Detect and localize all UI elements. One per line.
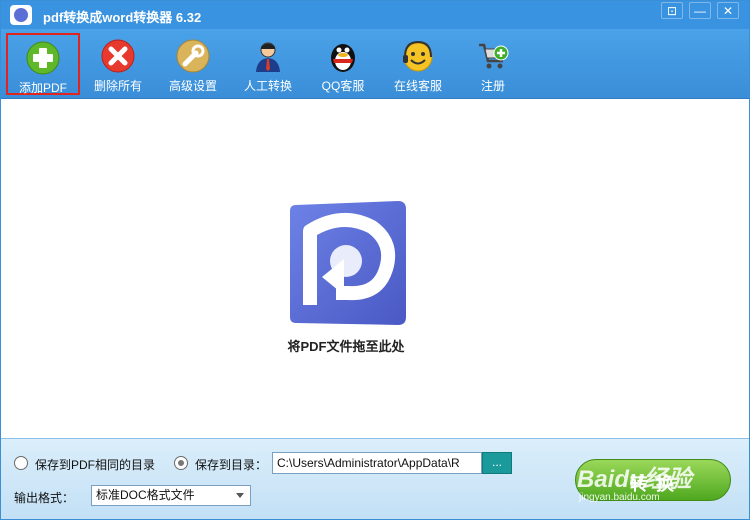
headset-smiley-icon [403, 40, 433, 72]
app-logo-icon [10, 5, 32, 25]
wrench-icon [176, 39, 210, 73]
restore-button[interactable]: ⊡ [661, 2, 683, 19]
title-bar[interactable]: pdf转换成word转换器 6.32 ⊡ — ✕ [1, 1, 749, 29]
delete-x-icon [101, 39, 135, 73]
online-support-button[interactable]: 在线客服 [381, 33, 455, 95]
baidu-watermark-url: jingyan.baidu.com [579, 492, 660, 503]
browse-button[interactable]: ... [482, 452, 512, 474]
chevron-down-icon [236, 493, 244, 498]
add-pdf-button[interactable]: 添加PDF [6, 33, 80, 95]
qq-support-button[interactable]: QQ客服 [306, 33, 380, 95]
register-button[interactable]: 注册 [456, 33, 530, 95]
bottom-panel: 保存到PDF相同的目录 保存到目录： C:\Users\Administrato… [1, 438, 749, 519]
add-pdf-label: 添加PDF [18, 81, 67, 95]
close-button[interactable]: ✕ [717, 2, 739, 19]
qq-penguin-icon [331, 44, 355, 72]
output-format-value: 标准DOC格式文件 [96, 488, 195, 502]
advanced-settings-label: 高级设置 [168, 79, 217, 93]
qq-support-label: QQ客服 [321, 79, 365, 93]
manual-convert-button[interactable]: 人工转换 [231, 33, 305, 95]
manual-convert-label: 人工转换 [243, 79, 292, 93]
app-window: pdf转换成word转换器 6.32 ⊡ — ✕ 添加PDF 删除所有 高级设置… [0, 0, 750, 520]
advanced-settings-button[interactable]: 高级设置 [156, 33, 230, 95]
save-same-dir-radio[interactable] [14, 456, 28, 470]
output-format-label: 输出格式： [14, 491, 75, 505]
register-label: 注册 [480, 79, 505, 93]
add-plus-icon [26, 41, 60, 75]
output-path-input[interactable]: C:\Users\Administrator\AppData\R [272, 452, 482, 474]
output-format-select[interactable]: 标准DOC格式文件 [91, 485, 251, 506]
minimize-button[interactable]: — [689, 2, 711, 19]
save-custom-dir-radio[interactable] [174, 456, 188, 470]
person-icon [256, 42, 280, 72]
baidu-watermark: Baidu经验 [577, 466, 692, 493]
window-controls: ⊡ — ✕ [661, 2, 739, 19]
save-same-dir-label: 保存到PDF相同的目录 [35, 458, 156, 472]
delete-all-label: 删除所有 [93, 79, 142, 93]
pdf-logo-icon [290, 201, 406, 325]
cart-plus-icon [479, 43, 509, 69]
save-custom-dir-label: 保存到目录： [195, 458, 268, 472]
drop-zone[interactable]: 将PDF文件拖至此处 [1, 100, 749, 438]
toolbar: 添加PDF 删除所有 高级设置 人工转换 QQ客服 在线客服 注册 [1, 29, 749, 99]
online-support-label: 在线客服 [393, 79, 442, 93]
window-title: pdf转换成word转换器 6.32 [43, 10, 202, 25]
delete-all-button[interactable]: 删除所有 [81, 33, 155, 95]
drop-hint-text: 将PDF文件拖至此处 [287, 339, 405, 354]
